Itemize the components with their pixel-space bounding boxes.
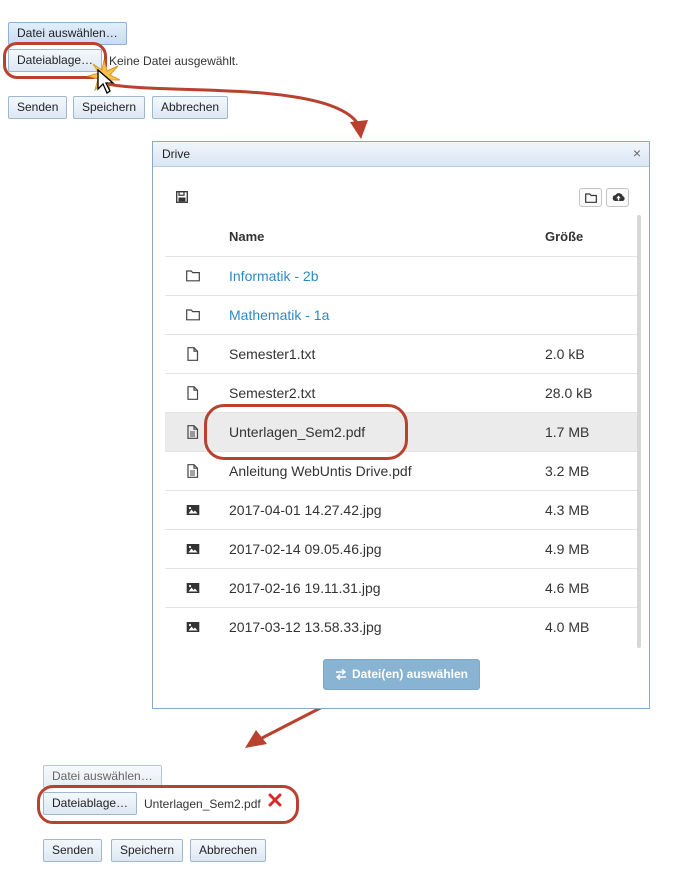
file-size: 4.6 MB (545, 580, 590, 596)
file-name: Semester2.txt (229, 385, 316, 401)
column-header-name[interactable]: Name (229, 229, 264, 244)
file-name: 2017-04-01 14.27.42.jpg (229, 502, 382, 518)
file-icon (187, 386, 199, 400)
image-icon (186, 622, 200, 632)
dialog-header: Drive × (153, 142, 649, 167)
file-name: Semester1.txt (229, 346, 316, 362)
image-icon (186, 505, 200, 515)
send-button-result[interactable]: Senden (43, 839, 103, 862)
file-name: 2017-03-12 13.58.33.jpg (229, 619, 382, 635)
file-size: 28.0 kB (545, 385, 593, 401)
file-size: 4.0 MB (545, 619, 590, 635)
document-icon (187, 425, 199, 439)
cancel-button-result[interactable]: Abbrechen (190, 839, 267, 862)
save-button-result[interactable]: Speichern (111, 839, 184, 862)
document-icon (187, 464, 199, 478)
file-row[interactable]: 2017-03-12 13.58.33.jpg 4.0 MB (165, 607, 637, 646)
new-folder-button[interactable] (579, 188, 602, 207)
image-icon (186, 544, 200, 554)
file-name[interactable]: Informatik - 2b (229, 268, 318, 284)
file-size: 2.0 kB (545, 346, 585, 362)
file-row[interactable]: Mathematik - 1a (165, 295, 637, 334)
file-row[interactable]: 2017-02-16 19.11.31.jpg 4.6 MB (165, 568, 637, 607)
image-icon (186, 583, 200, 593)
close-icon[interactable]: × (633, 145, 641, 161)
folder-icon (186, 270, 200, 282)
file-size: 4.3 MB (545, 502, 590, 518)
file-row[interactable]: 2017-02-14 09.05.46.jpg 4.9 MB (165, 529, 637, 568)
file-name: Anleitung WebUntis Drive.pdf (229, 463, 412, 479)
file-row[interactable]: Semester1.txt 2.0 kB (165, 334, 637, 373)
highlight-result (37, 785, 299, 824)
file-size: 3.2 MB (545, 463, 590, 479)
file-size: 4.9 MB (545, 541, 590, 557)
scrollbar[interactable] (637, 215, 641, 648)
cloud-upload-icon (612, 193, 625, 201)
file-name: 2017-02-16 19.11.31.jpg (229, 580, 381, 596)
file-size: 1.7 MB (545, 424, 590, 440)
file-name[interactable]: Mathematik - 1a (229, 307, 329, 323)
upload-button[interactable] (606, 188, 629, 207)
select-files-label: Datei(en) auswählen (351, 667, 469, 681)
swap-arrows-icon (335, 669, 347, 681)
file-row[interactable]: 2017-04-01 14.27.42.jpg 4.3 MB (165, 490, 637, 529)
file-name: 2017-02-14 09.05.46.jpg (229, 541, 382, 557)
folder-icon (186, 309, 200, 321)
highlight-selected-file (204, 404, 408, 460)
save-disk-icon[interactable] (176, 191, 188, 203)
select-files-button[interactable]: Datei(en) auswählen (323, 659, 480, 690)
column-header-size[interactable]: Größe (545, 229, 583, 244)
folder-icon (585, 193, 597, 203)
file-row[interactable]: Informatik - 2b (165, 256, 637, 295)
file-icon (187, 347, 199, 361)
dialog-title: Drive (162, 147, 191, 161)
